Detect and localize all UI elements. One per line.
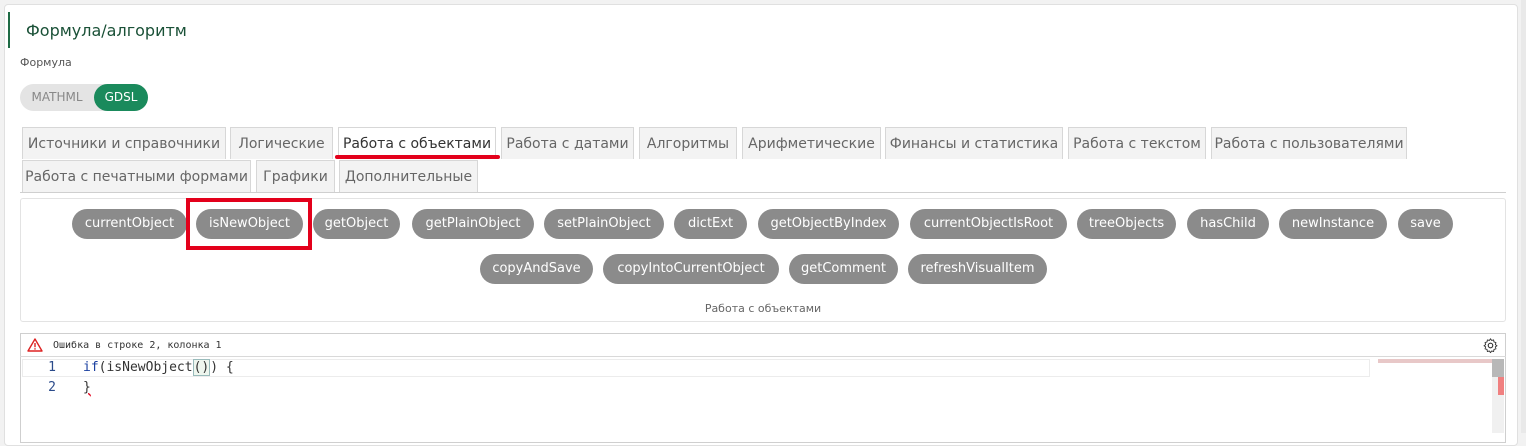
code-keyword-if: if — [83, 360, 99, 375]
isNewObject-highlight-box — [186, 198, 312, 250]
toggle-option-mathml[interactable]: MATHML — [20, 84, 94, 111]
fn-chip-copyIntoCurrentObject[interactable]: copyIntoCurrentObject — [603, 254, 779, 284]
tab-dates[interactable]: Работа с датами — [501, 127, 634, 159]
fn-chip-dictExt[interactable]: dictExt — [674, 209, 747, 239]
code-line-1[interactable]: if(isNewObject()) { — [83, 359, 234, 376]
fn-chip-save[interactable]: save — [1398, 209, 1453, 239]
fn-chip-currentObject[interactable]: currentObject — [72, 209, 187, 239]
fn-chip-getPlainObject[interactable]: getPlainObject — [412, 209, 534, 239]
tab-print-forms[interactable]: Работа с печатными формами — [22, 160, 251, 192]
code-minimap[interactable] — [1378, 359, 1492, 363]
code-line-2[interactable]: } — [83, 380, 91, 395]
active-tab-highlight — [335, 155, 500, 159]
code-text: (isNewObject — [98, 360, 193, 375]
tab-text[interactable]: Работа с текстом — [1068, 127, 1206, 159]
tab-logical[interactable]: Логические — [230, 127, 333, 159]
line-number: 2 — [48, 380, 56, 395]
tabs-divider — [20, 192, 1506, 193]
tab-finance[interactable]: Финансы и статистика — [885, 127, 1063, 159]
fn-chip-getObjectByIndex[interactable]: getObjectByIndex — [758, 209, 899, 239]
page-scrollbar[interactable] — [1521, 0, 1526, 433]
fn-chip-treeObjects[interactable]: treeObjects — [1077, 209, 1176, 239]
tab-users[interactable]: Работа с пользователями — [1211, 127, 1407, 159]
fn-chip-newInstance[interactable]: newInstance — [1279, 209, 1387, 239]
editor-scroll-thumb[interactable] — [1492, 359, 1504, 377]
bracket-match: () — [192, 359, 211, 376]
fn-chip-currentObjectIsRoot[interactable]: currentObjectIsRoot — [910, 209, 1067, 239]
error-bar — [20, 333, 1506, 357]
warning-triangle-icon — [27, 338, 43, 352]
fn-chip-copyAndSave[interactable]: copyAndSave — [480, 254, 593, 284]
fn-chip-getComment[interactable]: getComment — [789, 254, 898, 284]
formula-label: Формула — [20, 56, 72, 69]
line-number: 1 — [48, 360, 56, 375]
scrollbar-error-marker — [1498, 377, 1504, 395]
fn-chip-refreshVisualItem[interactable]: refreshVisualItem — [908, 254, 1047, 284]
title-accent-bar — [8, 12, 10, 48]
tab-charts[interactable]: Графики — [256, 160, 335, 192]
code-error-token: } — [83, 380, 91, 395]
gear-icon[interactable] — [1482, 337, 1499, 354]
error-message: Ошибка в строке 2, колонка 1 — [53, 340, 222, 351]
toggle-option-gdsl[interactable]: GDSL — [94, 84, 148, 111]
format-toggle: MATHML GDSL — [20, 84, 148, 111]
tab-additional[interactable]: Дополнительные — [339, 160, 478, 192]
tab-sources[interactable]: Источники и справочники — [22, 127, 226, 159]
fn-chip-setPlainObject[interactable]: setPlainObject — [544, 209, 664, 239]
tab-arithmetic[interactable]: Арифметические — [742, 127, 881, 159]
section-title: Формула/алгоритм — [26, 21, 187, 40]
fn-chip-hasChild[interactable]: hasChild — [1187, 209, 1269, 239]
palette-caption: Работа с объектами — [704, 302, 822, 315]
code-text: ) { — [210, 360, 234, 375]
tab-algorithms[interactable]: Алгоритмы — [639, 127, 737, 159]
fn-chip-getObject[interactable]: getObject — [313, 209, 400, 239]
